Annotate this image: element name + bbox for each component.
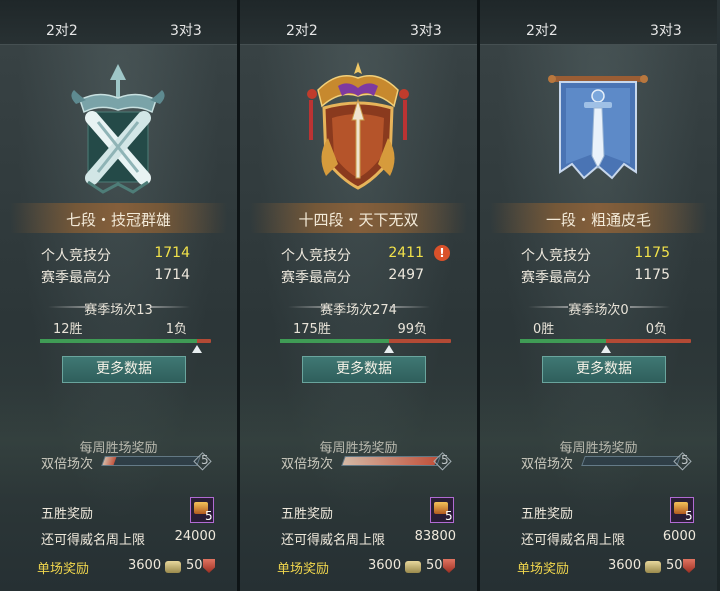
rank-panel: 2对2 3对3 七段・技冠群雄 个人竞技分 1714 赛季最高分 1714 赛季… (0, 0, 237, 591)
season-high-label: 赛季最高分 (521, 270, 591, 286)
win-loss-bar (40, 339, 211, 343)
win-ratio-marker (384, 345, 394, 353)
double-games-fill (342, 457, 438, 465)
losses-count: 99负 (397, 322, 427, 337)
double-games-fill (582, 457, 586, 465)
chest-count: 5 (685, 509, 693, 523)
single-honor-value: 50 (426, 558, 443, 573)
single-coin-value: 3600 (608, 558, 642, 573)
honor-shield-icon (683, 559, 695, 573)
panel-divider (237, 0, 240, 591)
personal-score-label: 个人竞技分 (521, 248, 591, 264)
season-ornament-right (630, 306, 670, 308)
season-games: 赛季场次0 (568, 303, 629, 318)
chest-count: 5 (445, 509, 453, 523)
losses-count: 1负 (165, 322, 187, 337)
mode-tabs: 2对2 3对3 (240, 0, 477, 45)
double-games-remaining: 5 (196, 452, 212, 468)
season-high-value: 2497 (388, 267, 424, 283)
weekly-cap-label: 还可得威名周上限 (41, 533, 146, 548)
personal-score-label: 个人竞技分 (281, 248, 351, 264)
season-games: 赛季场次13 (84, 303, 153, 318)
blue-banner-sword-emblem (538, 60, 658, 198)
honor-shield-icon (443, 559, 455, 573)
single-coin-value: 3600 (128, 558, 162, 573)
coin-icon (645, 561, 661, 573)
rank-panel: 2对2 3对3 一段・粗通皮毛 个人竞技分 1175 赛季最高分 1175 赛季… (480, 0, 717, 591)
win-fill (280, 339, 389, 343)
losses-count: 0负 (645, 322, 667, 337)
win-fill (40, 339, 197, 343)
season-ornament-right (150, 306, 190, 308)
chest-count: 5 (205, 509, 213, 523)
more-data-button[interactable]: 更多数据 (302, 356, 426, 383)
season-high-value: 1714 (154, 267, 190, 283)
win-loss-bar (280, 339, 451, 343)
double-games-count: 5 (681, 453, 689, 467)
single-coin-value: 3600 (368, 558, 402, 573)
double-games-count: 5 (441, 453, 449, 467)
personal-score-value: 2411 (388, 245, 424, 261)
win-loss-bar (520, 339, 691, 343)
personal-score-value: 1175 (634, 245, 670, 261)
five-win-reward-label: 五胜奖励 (41, 507, 94, 522)
rank-title: 十四段・天下无双 (298, 211, 419, 229)
rank-panel: 2对2 3对3 十四段・天下无双 个人竞技分 2411 ! 赛季最高分 2497… (240, 0, 477, 591)
season-games: 赛季场次274 (320, 303, 397, 318)
personal-score-value: 1714 (154, 245, 190, 261)
coin-icon (405, 561, 421, 573)
double-games-bar (341, 456, 441, 466)
weekly-cap-label: 还可得威名周上限 (281, 533, 386, 548)
honor-shield-icon (203, 559, 215, 573)
double-games-label: 双倍场次 (41, 457, 94, 472)
tab-2v2[interactable]: 2对2 (286, 20, 318, 40)
mode-tabs: 2对2 3对3 (0, 0, 237, 45)
weekly-cap-label: 还可得威名周上限 (521, 533, 626, 548)
more-data-button[interactable]: 更多数据 (62, 356, 186, 383)
mode-tabs: 2对2 3对3 (480, 0, 717, 45)
single-honor-value: 50 (186, 558, 203, 573)
rank-title: 一段・粗通皮毛 (545, 211, 651, 229)
double-games-count: 5 (201, 453, 209, 467)
tab-2v2[interactable]: 2对2 (526, 20, 558, 40)
single-honor-value: 50 (666, 558, 683, 573)
tab-3v3[interactable]: 3对3 (650, 20, 682, 40)
tab-2v2[interactable]: 2对2 (46, 20, 78, 40)
five-win-reward-label: 五胜奖励 (521, 507, 574, 522)
double-games-label: 双倍场次 (521, 457, 574, 472)
season-high-label: 赛季最高分 (41, 270, 111, 286)
season-high-value: 1175 (634, 267, 670, 283)
double-games-remaining: 5 (676, 452, 692, 468)
five-win-reward-label: 五胜奖励 (281, 507, 334, 522)
panel-divider (477, 0, 480, 591)
single-reward-label: 单场奖励 (37, 562, 90, 577)
double-games-bar (581, 456, 681, 466)
double-games-bar (101, 456, 201, 466)
coin-icon (165, 561, 181, 573)
season-ornament-right (390, 306, 430, 308)
warning-icon[interactable]: ! (434, 245, 450, 261)
double-games-fill (102, 457, 117, 465)
tab-3v3[interactable]: 3对3 (170, 20, 202, 40)
win-fill (520, 339, 606, 343)
single-reward-label: 单场奖励 (277, 562, 330, 577)
crossed-swords-emblem (58, 60, 178, 198)
win-ratio-marker (192, 345, 202, 353)
weekly-cap-value: 24000 (174, 529, 216, 544)
wins-count: 175胜 (293, 322, 331, 337)
double-games-label: 双倍场次 (281, 457, 334, 472)
win-ratio-marker (601, 345, 611, 353)
wins-count: 0胜 (533, 322, 555, 337)
more-data-button[interactable]: 更多数据 (542, 356, 666, 383)
season-high-label: 赛季最高分 (281, 270, 351, 286)
weekly-cap-value: 83800 (414, 529, 456, 544)
tab-3v3[interactable]: 3对3 (410, 20, 442, 40)
double-games-remaining: 5 (436, 452, 452, 468)
weekly-cap-value: 6000 (662, 529, 696, 544)
personal-score-label: 个人竞技分 (41, 248, 111, 264)
single-reward-label: 单场奖励 (517, 562, 570, 577)
wins-count: 12胜 (53, 322, 83, 337)
golden-sword-crest-emblem (298, 60, 418, 198)
rank-title: 七段・技冠群雄 (65, 211, 171, 229)
